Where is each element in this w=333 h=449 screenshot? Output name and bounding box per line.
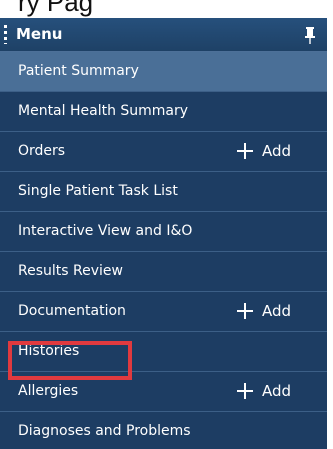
pin-icon[interactable] [304, 26, 316, 44]
menu-item-results-review[interactable]: Results Review [0, 252, 327, 292]
add-label: Add [262, 302, 292, 320]
menu-item-patient-summary[interactable]: Patient Summary [0, 52, 327, 92]
menu-title: Menu [16, 25, 63, 43]
menu-item-label: Mental Health Summary [18, 103, 189, 119]
menu-item-label: Interactive View and I&O [18, 223, 193, 239]
plus-icon [237, 383, 253, 399]
menu-item-label: Results Review [18, 263, 123, 279]
menu-item-histories[interactable]: Histories [0, 332, 327, 372]
add-label: Add [262, 382, 292, 400]
menu-item-label: Orders [18, 143, 66, 159]
menu-item-interactive-view[interactable]: Interactive View and I&O [0, 212, 327, 252]
menu-panel: Menu Patient Summary Mental Health Summa… [0, 18, 327, 449]
menu-item-diagnoses-and-problems[interactable]: Diagnoses and Problems [0, 412, 327, 449]
menu-item-label: Allergies [18, 383, 79, 399]
plus-icon [237, 303, 253, 319]
plus-icon [237, 143, 253, 159]
menu-item-allergies[interactable]: Allergies Add [0, 372, 327, 412]
menu-header: Menu [0, 18, 327, 52]
menu-item-label: Single Patient Task List [18, 183, 178, 199]
menu-item-single-patient-task-list[interactable]: Single Patient Task List [0, 172, 327, 212]
page-heading-partial: ry Pag [0, 0, 333, 18]
panel-edge [327, 18, 333, 449]
menu-item-orders[interactable]: Orders Add [0, 132, 327, 172]
page-heading-text: ry Pag [18, 0, 94, 17]
menu-item-label: Patient Summary [18, 63, 139, 79]
drag-grip-icon[interactable] [4, 25, 7, 44]
add-label: Add [262, 142, 292, 160]
menu-item-label: Histories [18, 343, 80, 359]
menu-item-mental-health-summary[interactable]: Mental Health Summary [0, 92, 327, 132]
menu-item-label: Diagnoses and Problems [18, 423, 191, 439]
menu-item-documentation[interactable]: Documentation Add [0, 292, 327, 332]
menu-item-label: Documentation [18, 303, 126, 319]
